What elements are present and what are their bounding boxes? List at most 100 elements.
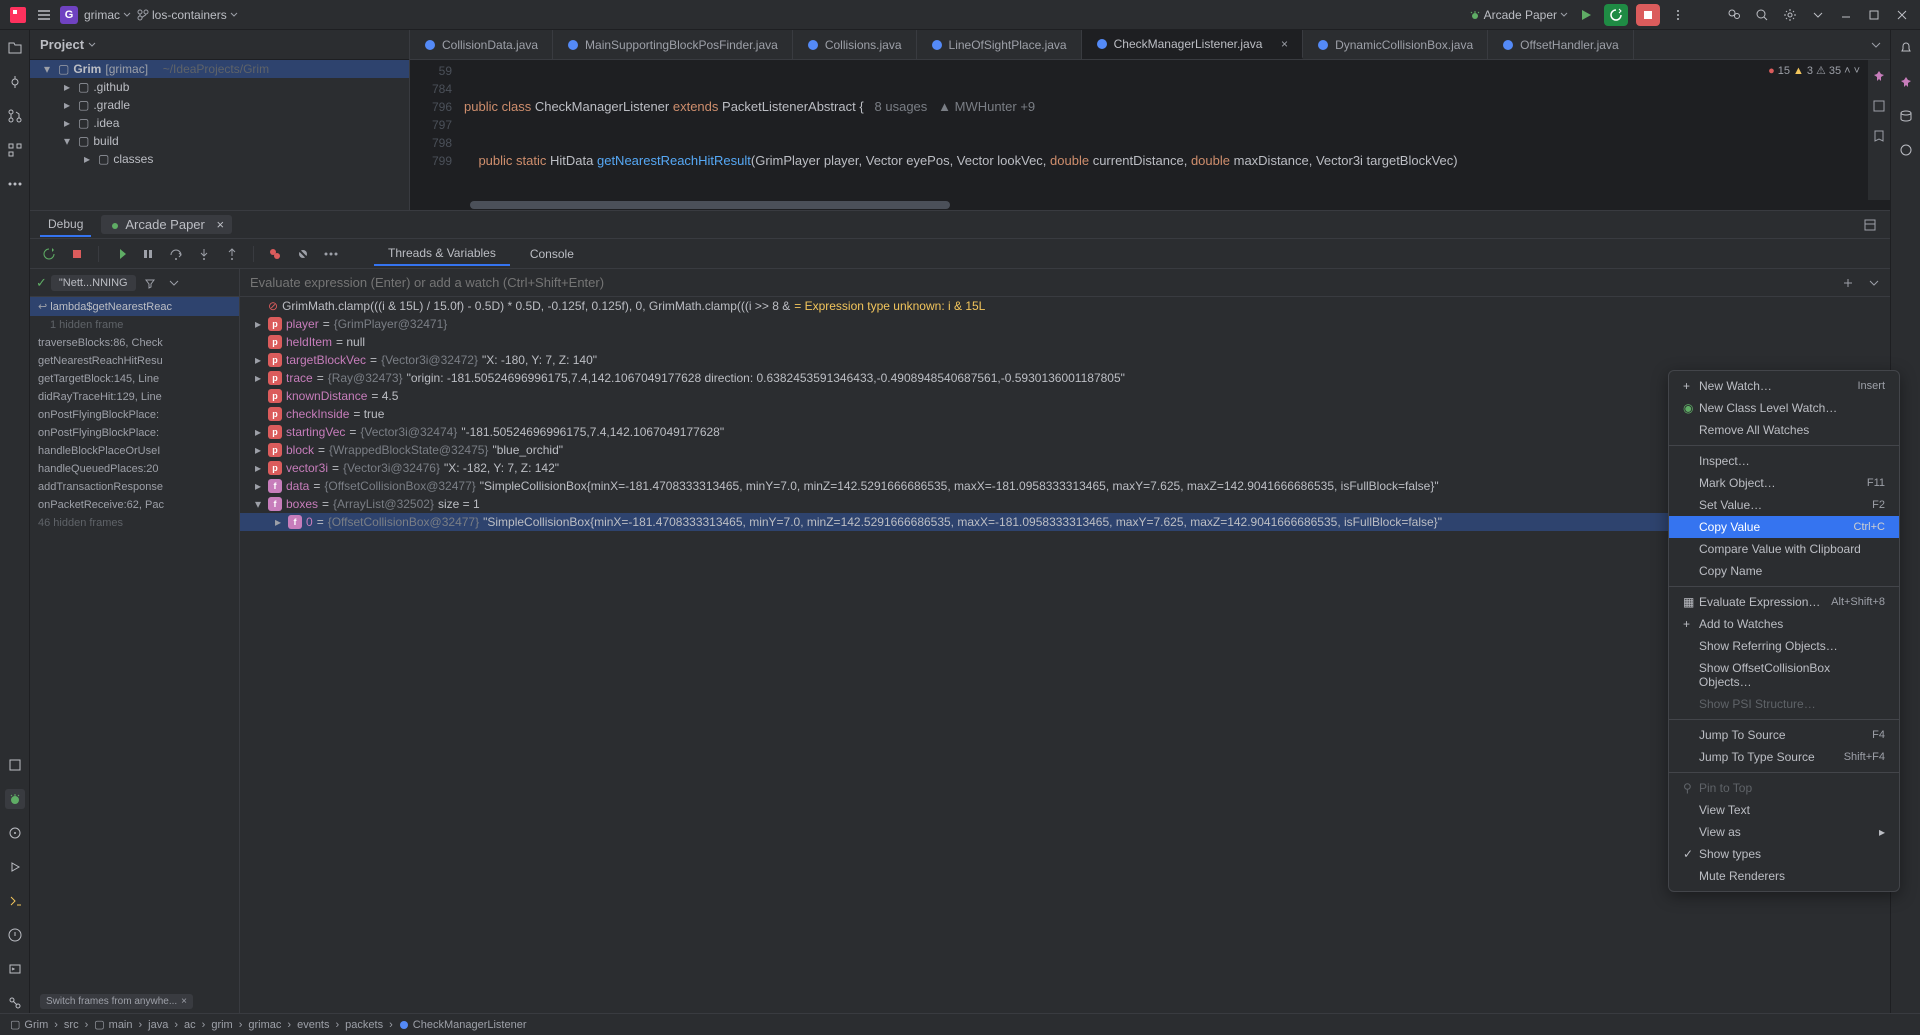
menu-item[interactable]: +New Watch…Insert <box>1669 375 1899 397</box>
hidden-frames-label[interactable]: 46 hidden frames <box>30 514 239 532</box>
variable-row[interactable]: p knownDistance = 4.5 <box>240 387 1890 405</box>
variable-row[interactable]: p heldItem = null <box>240 333 1890 351</box>
frame-item[interactable]: handleBlockPlaceOrUseI <box>30 442 239 460</box>
breadcrumb-item[interactable]: events <box>297 1019 329 1031</box>
variable-row[interactable]: ⊘ GrimMath.clamp(((i & 15L) / 15.0f) - 0… <box>240 297 1890 315</box>
step-out-icon[interactable] <box>221 243 243 265</box>
expand-chevron-icon[interactable]: ▾ <box>252 497 264 511</box>
breadcrumb-item[interactable]: packets <box>345 1019 383 1031</box>
frame-item[interactable]: ↩ lambda$getNearestReac <box>30 297 239 316</box>
menu-item[interactable]: Jump To Type SourceShift+F4 <box>1669 746 1899 768</box>
expand-chevron-icon[interactable]: ▸ <box>252 317 264 331</box>
project-tool-icon[interactable] <box>5 38 25 58</box>
frame-item[interactable]: traverseBlocks:86, Check <box>30 334 239 352</box>
structure-tool-icon[interactable] <box>5 140 25 160</box>
frame-item[interactable]: handleQueuedPlaces:20 <box>30 460 239 478</box>
breadcrumb-item[interactable]: src <box>64 1019 79 1031</box>
reader-mode-icon[interactable] <box>1869 96 1889 116</box>
breadcrumb-item[interactable]: grim <box>211 1019 232 1031</box>
problems-tool-icon[interactable] <box>5 925 25 945</box>
menu-item[interactable]: Copy Name <box>1669 560 1899 582</box>
stop-icon[interactable] <box>66 243 88 265</box>
menu-item[interactable]: View Text <box>1669 799 1899 821</box>
more-tools-icon[interactable] <box>5 174 25 194</box>
console-tab[interactable]: Console <box>516 243 588 265</box>
tree-item[interactable]: ▸▢ classes <box>30 150 409 168</box>
menu-item[interactable]: +Add to Watches <box>1669 613 1899 635</box>
expand-chevron-icon[interactable]: ▸ <box>252 479 264 493</box>
expand-chevron-icon[interactable]: ▸ <box>252 371 264 385</box>
menu-item[interactable]: Mark Object…F11 <box>1669 472 1899 494</box>
main-menu-icon[interactable] <box>34 5 54 25</box>
frames-more-icon[interactable] <box>164 273 184 293</box>
menu-item[interactable]: Jump To SourceF4 <box>1669 724 1899 746</box>
evaluate-expression-input[interactable] <box>240 275 1838 290</box>
breadcrumb-item[interactable]: grimac <box>248 1019 281 1031</box>
breadcrumb-item[interactable]: java <box>148 1019 168 1031</box>
threads-vars-tab[interactable]: Threads & Variables <box>374 242 510 266</box>
menu-item[interactable]: ◉New Class Level Watch… <box>1669 397 1899 419</box>
variable-row[interactable]: ▸p player = {GrimPlayer@32471} <box>240 315 1890 333</box>
editor-tab[interactable]: LineOfSightPlace.java <box>917 30 1082 59</box>
minimize-icon[interactable] <box>1836 5 1856 25</box>
rerun-icon[interactable] <box>38 243 60 265</box>
step-over-icon[interactable] <box>165 243 187 265</box>
variable-row[interactable]: ▸f data = {OffsetCollisionBox@32477} "Si… <box>240 477 1890 495</box>
filter-icon[interactable] <box>140 273 160 293</box>
variable-row[interactable]: ▸p targetBlockVec = {Vector3i@32472} "X:… <box>240 351 1890 369</box>
tree-item[interactable]: ▸▢ .gradle <box>30 96 409 114</box>
horizontal-scrollbar[interactable] <box>410 200 1890 210</box>
close-icon[interactable]: × <box>181 996 187 1007</box>
menu-item[interactable]: Mute Renderers <box>1669 865 1899 887</box>
mute-breakpoints-icon[interactable] <box>292 243 314 265</box>
app-logo-icon[interactable] <box>8 5 28 25</box>
menu-item[interactable]: Set Value…F2 <box>1669 494 1899 516</box>
close-icon[interactable]: × <box>217 217 225 232</box>
frames-list[interactable]: ↩ lambda$getNearestReac 1 hidden frame t… <box>30 297 240 1013</box>
expand-chevron-icon[interactable]: ▸ <box>252 353 264 367</box>
add-watch-icon[interactable] <box>1838 273 1858 293</box>
variable-row[interactable]: ▸p startingVec = {Vector3i@32474} "-181.… <box>240 423 1890 441</box>
menu-item[interactable]: View as▸ <box>1669 821 1899 843</box>
breadcrumb-item[interactable]: ac <box>184 1019 196 1031</box>
expand-chevron-icon[interactable]: ▸ <box>252 443 264 457</box>
editor-tab[interactable]: CollisionData.java <box>410 30 553 59</box>
notifications-tool-icon[interactable] <box>5 755 25 775</box>
run-config-selector[interactable]: Arcade Paper <box>1469 8 1568 22</box>
vcs-branch-selector[interactable]: los-containers <box>137 8 238 22</box>
watches-dropdown-icon[interactable] <box>1864 273 1884 293</box>
more-actions-icon[interactable] <box>1668 5 1688 25</box>
chevron-up-icon[interactable]: ˄ <box>1844 65 1850 77</box>
frames-hint[interactable]: Switch frames from anywhe...× <box>40 994 193 1009</box>
resume-icon[interactable] <box>109 243 131 265</box>
expand-chevron-icon[interactable]: ▸ <box>252 461 264 475</box>
variable-row[interactable]: ▸p block = {WrappedBlockState@32475} "bl… <box>240 441 1890 459</box>
tree-item[interactable]: ▸▢ .idea <box>30 114 409 132</box>
menu-item[interactable]: Inspect… <box>1669 450 1899 472</box>
settings-icon[interactable] <box>1780 5 1800 25</box>
editor-tab[interactable]: Collisions.java <box>793 30 917 59</box>
scrollbar-thumb[interactable] <box>470 201 950 209</box>
menu-item[interactable]: Compare Value with Clipboard <box>1669 538 1899 560</box>
menu-item[interactable]: Copy ValueCtrl+C <box>1669 516 1899 538</box>
notifications-icon[interactable] <box>1896 38 1916 58</box>
variable-row[interactable]: p checkInside = true <box>240 405 1890 423</box>
thread-status-icon[interactable]: ✓ <box>36 275 47 291</box>
project-badge[interactable]: G <box>60 6 78 24</box>
close-tab-icon[interactable]: × <box>1281 37 1288 51</box>
maximize-icon[interactable] <box>1864 5 1884 25</box>
chevron-down-icon[interactable] <box>1808 5 1828 25</box>
breadcrumb-item[interactable]: ▢ Grim <box>10 1018 48 1031</box>
editor-tab-active[interactable]: CheckManagerListener.java × <box>1082 30 1303 59</box>
variable-row[interactable]: ▸p trace = {Ray@32473} "origin: -181.505… <box>240 369 1890 387</box>
terminal-tool-icon[interactable] <box>5 959 25 979</box>
more-debug-icon[interactable] <box>320 243 342 265</box>
menu-item[interactable]: Show Referring Objects… <box>1669 635 1899 657</box>
frame-item[interactable]: getNearestReachHitResu <box>30 352 239 370</box>
thread-selector[interactable]: "Nett...NNING <box>51 275 136 291</box>
expand-chevron-icon[interactable]: ▸ <box>252 425 264 439</box>
step-into-icon[interactable] <box>193 243 215 265</box>
menu-item[interactable]: ✓Show types <box>1669 843 1899 865</box>
run-button[interactable] <box>1576 5 1596 25</box>
tree-root[interactable]: ▾▢ Grim [grimac] ~/IdeaProjects/Grim <box>30 60 409 78</box>
